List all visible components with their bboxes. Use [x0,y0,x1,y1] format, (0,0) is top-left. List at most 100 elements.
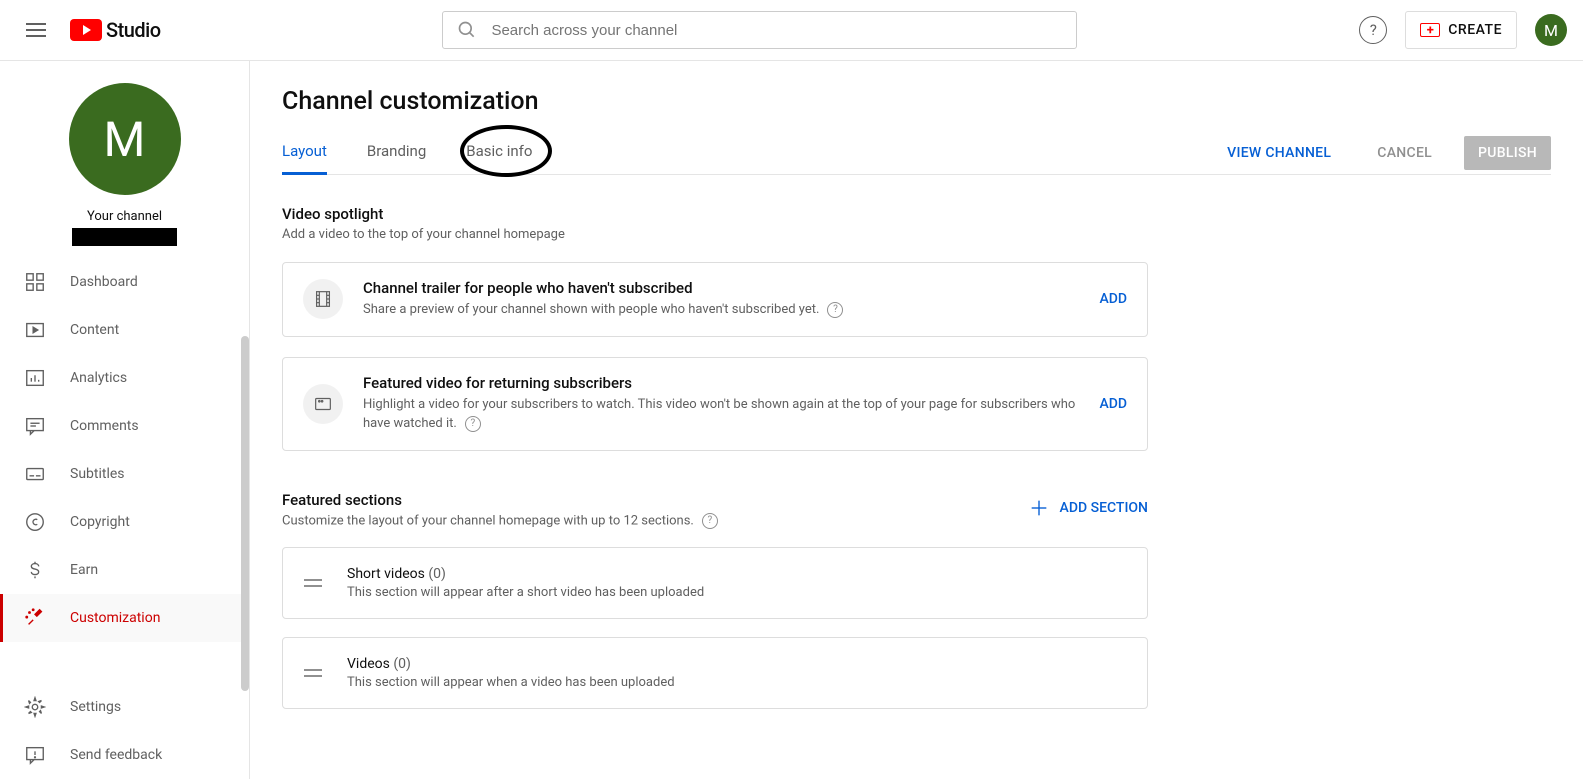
sidebar-item-label: Dashboard [70,274,138,290]
channel-info: M Your channel [0,83,249,246]
comments-icon [24,415,46,437]
cancel-button[interactable]: CANCEL [1363,136,1446,170]
card-body: Featured video for returning subscribers… [363,374,1079,434]
sidebar-item-label: Send feedback [70,747,162,763]
featured-sections: Featured sections Customize the layout o… [282,491,1551,709]
tabs-row: Layout Branding Basic info VIEW CHANNEL … [282,142,1551,175]
create-label: CREATE [1448,22,1502,38]
sidebar-item-customization[interactable]: Customization [0,594,249,642]
search-box[interactable] [442,11,1077,49]
search-container [161,11,1360,49]
sidebar-item-label: Analytics [70,370,127,386]
card-desc: Share a preview of your channel shown wi… [363,300,1079,320]
page-title: Channel customization [282,87,1551,116]
tabs: Layout Branding Basic info [282,142,532,174]
add-featured-button[interactable]: ADD [1099,396,1127,412]
add-section-label: ADD SECTION [1060,500,1148,516]
customization-icon [24,607,46,629]
analytics-icon [24,367,46,389]
logo-text: Studio [106,18,161,42]
channel-avatar[interactable]: M [69,83,181,195]
section-title: Featured sections [282,491,718,509]
section-title: Video spotlight [282,205,1551,223]
create-button[interactable]: + CREATE [1405,11,1517,49]
page-actions: VIEW CHANNEL CANCEL PUBLISH [1213,136,1551,170]
list-body: Videos (0) This section will appear when… [347,656,1127,690]
create-plus-icon: + [1420,23,1440,37]
menu-button[interactable] [16,10,56,50]
sidebar-bottom: Settings Send feedback [0,683,249,779]
list-title: Short videos (0) [347,566,1127,582]
feedback-icon [24,744,46,766]
drag-handle-icon[interactable] [303,579,323,587]
sidebar-nav: Dashboard Content Analytics Comments Sub… [0,258,249,642]
drag-handle-icon[interactable] [303,669,323,677]
plus-icon [1028,497,1050,519]
help-icon[interactable]: ? [1359,16,1387,44]
app-header: Studio ? + CREATE M [0,0,1583,61]
content-icon [24,319,46,341]
studio-logo[interactable]: Studio [70,18,161,42]
card-title: Featured video for returning subscribers [363,374,1079,392]
card-body: Channel trailer for people who haven't s… [363,279,1079,320]
add-section-button[interactable]: ADD SECTION [1028,497,1148,519]
sidebar-item-label: Customization [70,610,160,626]
list-count: (0) [393,656,411,672]
hamburger-icon [26,23,46,37]
sidebar-item-subtitles[interactable]: Subtitles [0,450,249,498]
sidebar-item-label: Copyright [70,514,130,530]
card-title: Channel trailer for people who haven't s… [363,279,1079,297]
sidebar-item-analytics[interactable]: Analytics [0,354,249,402]
sidebar-item-label: Content [70,322,119,338]
add-trailer-button[interactable]: ADD [1099,291,1127,307]
header-actions: ? + CREATE M [1359,11,1567,49]
list-body: Short videos (0) This section will appea… [347,566,1127,600]
help-icon[interactable]: ? [827,302,843,318]
sidebar-item-earn[interactable]: Earn [0,546,249,594]
sidebar-item-dashboard[interactable]: Dashboard [0,258,249,306]
sidebar-item-comments[interactable]: Comments [0,402,249,450]
sidebar-item-label: Settings [70,699,121,715]
channel-label: Your channel [87,209,162,224]
sidebar-item-settings[interactable]: Settings [0,683,249,731]
gear-icon [24,696,46,718]
channel-name-redacted [72,228,177,246]
help-icon[interactable]: ? [702,513,718,529]
section-videos[interactable]: Videos (0) This section will appear when… [282,637,1148,709]
help-icon[interactable]: ? [465,416,481,432]
copyright-icon [24,511,46,533]
film-icon [303,279,343,319]
publish-button[interactable]: PUBLISH [1464,136,1551,170]
scrollbar[interactable] [241,336,249,691]
subtitles-icon [24,463,46,485]
channel-trailer-card: Channel trailer for people who haven't s… [282,262,1148,337]
sidebar-item-label: Subtitles [70,466,125,482]
sidebar: M Your channel Dashboard Content Analyti… [0,61,250,779]
sidebar-item-label: Earn [70,562,98,578]
list-desc: This section will appear when a video ha… [347,675,1127,690]
section-desc: Customize the layout of your channel hom… [282,513,718,529]
list-count: (0) [428,566,446,582]
earn-icon [24,559,46,581]
featured-video-card: Featured video for returning subscribers… [282,357,1148,451]
account-avatar[interactable]: M [1535,14,1567,46]
sidebar-item-content[interactable]: Content [0,306,249,354]
sidebar-item-feedback[interactable]: Send feedback [0,731,249,779]
view-channel-button[interactable]: VIEW CHANNEL [1213,136,1345,170]
video-icon [303,384,343,424]
section-desc: Add a video to the top of your channel h… [282,227,1551,242]
search-icon [457,20,477,40]
tab-basic-info[interactable]: Basic info [466,142,532,174]
video-spotlight-section: Video spotlight Add a video to the top o… [282,205,1551,451]
list-title: Videos (0) [347,656,1127,672]
section-short-videos[interactable]: Short videos (0) This section will appea… [282,547,1148,619]
tab-layout[interactable]: Layout [282,142,327,174]
youtube-play-icon [70,19,102,41]
tab-branding[interactable]: Branding [367,142,426,174]
dashboard-icon [24,271,46,293]
list-desc: This section will appear after a short v… [347,585,1127,600]
search-input[interactable] [491,22,1062,39]
sidebar-item-label: Comments [70,418,139,434]
sidebar-item-copyright[interactable]: Copyright [0,498,249,546]
card-desc: Highlight a video for your subscribers t… [363,395,1079,434]
